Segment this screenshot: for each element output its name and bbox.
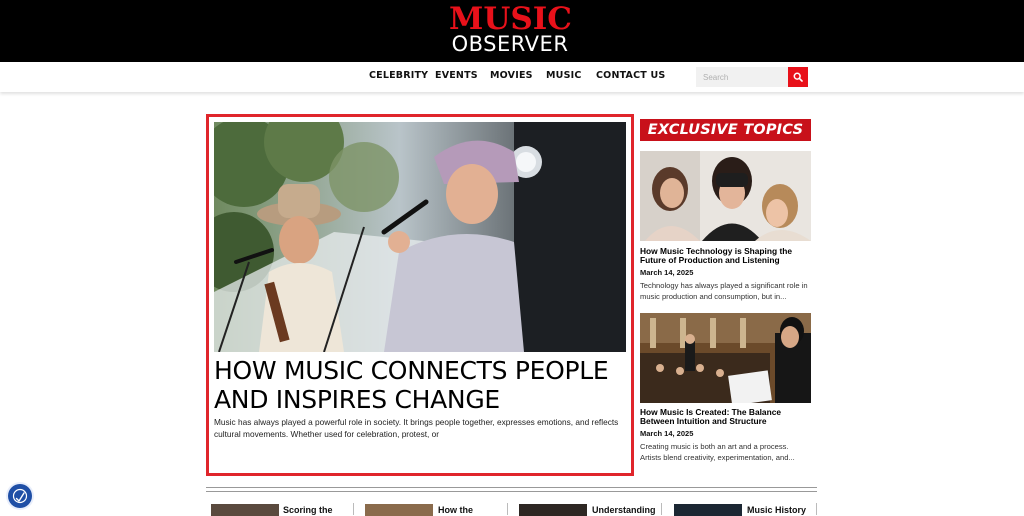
featured-image-singers[interactable]: [214, 122, 626, 352]
sidebar-card-date-2: March 14, 2025: [640, 429, 694, 438]
logo-line-music: MUSIC: [449, 1, 572, 37]
site-logo[interactable]: MUSIC OBSERVER: [449, 1, 572, 56]
sidebar-card-title-1[interactable]: How Music Technology is Shaping the Futu…: [640, 247, 815, 265]
bottom-card-thumb-2[interactable]: [365, 504, 433, 516]
divider-bottom: [206, 491, 817, 492]
bottom-card-thumb-1[interactable]: [211, 504, 279, 516]
bottom-card-thumb-4[interactable]: [674, 504, 742, 516]
divider-top: [206, 487, 817, 488]
bottom-card-thumb-3[interactable]: [519, 504, 587, 516]
featured-title[interactable]: HOW MUSIC CONNECTS PEOPLE AND INSPIRES C…: [214, 356, 626, 414]
featured-excerpt: Music has always played a powerful role …: [214, 417, 619, 439]
bottom-separator: [816, 503, 817, 515]
accessibility-icon: [12, 488, 28, 504]
site-header: MUSIC OBSERVER: [0, 0, 1024, 62]
search-input[interactable]: [696, 67, 788, 87]
bottom-separator: [661, 503, 662, 515]
logo-line-observer: OBSERVER: [451, 32, 569, 56]
sidebar-card-date-1: March 14, 2025: [640, 268, 694, 277]
sidebar-card-excerpt-2: Creating music is both an art and a proc…: [640, 442, 795, 462]
sidebar-card-excerpt-1: Technology has always played a significa…: [640, 281, 808, 301]
nav-item-events[interactable]: EVENTS: [435, 70, 478, 81]
nav-item-contact-us[interactable]: CONTACT US: [596, 70, 665, 81]
sidebar-card-title-2[interactable]: How Music Is Created: The Balance Betwee…: [640, 408, 815, 426]
exclusive-topics-badge: EXCLUSIVE TOPICS: [640, 119, 811, 141]
accessibility-button[interactable]: [8, 484, 32, 508]
search-icon: [793, 72, 803, 82]
nav-item-music[interactable]: MUSIC: [546, 70, 582, 81]
bottom-separator: [507, 503, 508, 515]
bottom-separator: [353, 503, 354, 515]
search-button[interactable]: [788, 67, 808, 87]
nav-item-celebrity[interactable]: CELEBRITY: [369, 70, 428, 81]
sidebar-card-image-orchestra[interactable]: [640, 313, 811, 403]
sidebar-card-image-vr[interactable]: [640, 151, 811, 241]
nav-item-movies[interactable]: MOVIES: [490, 70, 533, 81]
main-nav: CELEBRITY EVENTS MOVIES MUSIC CONTACT US: [0, 62, 1024, 92]
